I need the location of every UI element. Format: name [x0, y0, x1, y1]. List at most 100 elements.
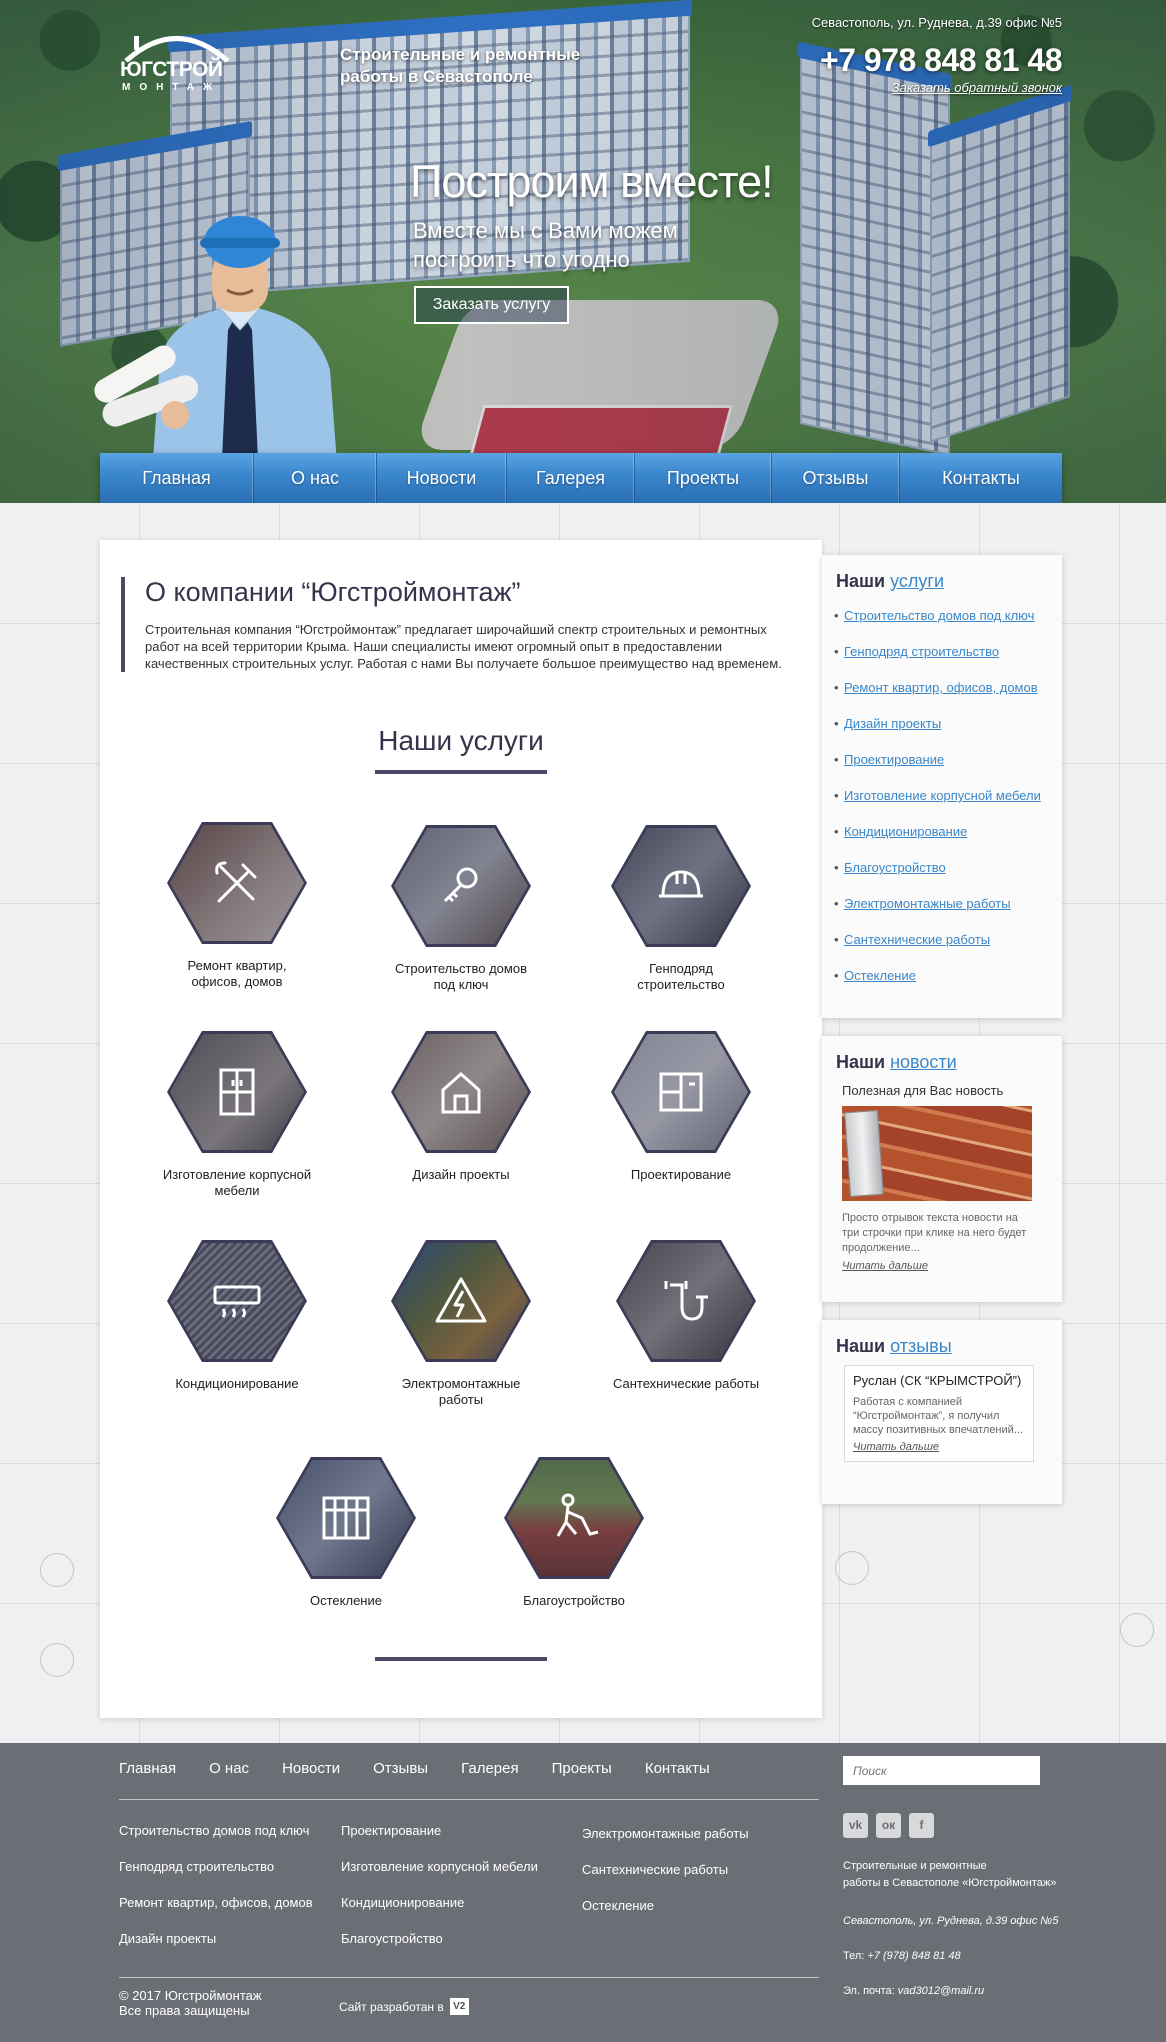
footer-service-link[interactable]: Ремонт квартир, офисов, домов — [119, 1895, 313, 1931]
reviews-title-link[interactable]: отзывы — [890, 1336, 952, 1356]
facebook-icon[interactable]: f — [909, 1813, 934, 1838]
service-label: Проектирование — [630, 1167, 732, 1182]
nav-item-reviews[interactable]: Отзывы — [772, 453, 900, 503]
hero-subtitle: Вместе мы с Вами можем построить что уго… — [413, 218, 678, 272]
footer-service-link[interactable]: Генподряд строительство — [119, 1859, 313, 1895]
news-image[interactable] — [842, 1106, 1032, 1201]
service-label: Остекление — [310, 1593, 382, 1608]
worker-shovel-icon — [556, 1493, 599, 1537]
about-text: Строительная компания “Югстроймонтаж” пр… — [145, 622, 782, 671]
nav-item-projects[interactable]: Проекты — [635, 453, 772, 503]
service-card[interactable]: Электромонтажные работы — [386, 1240, 536, 1408]
footer-service-link[interactable]: Строительство домов под ключ — [119, 1823, 313, 1859]
news-read-more-link[interactable]: Читать дальше — [842, 1260, 1048, 1272]
sidebar-service-link[interactable]: Генподряд строительство — [834, 642, 1048, 678]
footer-service-link[interactable]: Остекление — [582, 1898, 749, 1934]
sidebar-reviews-title: Наши отзывы — [836, 1336, 952, 1356]
section-divider — [375, 1657, 547, 1661]
footer-service-link[interactable]: Благоустройство — [341, 1931, 538, 1967]
service-card[interactable]: Дизайн проекты — [386, 1031, 536, 1183]
sidebar-service-link[interactable]: Ремонт квартир, офисов, домов — [834, 678, 1048, 714]
footer-email: Эл. почта: vad3012@mail.ru — [843, 1985, 985, 1997]
footer-service-link[interactable]: Дизайн проекты — [119, 1931, 313, 1967]
logo-subtext: МОНТАЖ — [122, 82, 222, 93]
sidebar-service-link[interactable]: Сантехнические работы — [834, 930, 1048, 966]
footer-phone: Тел: +7 (978) 848 81 48 — [843, 1950, 961, 1962]
footer-service-link[interactable]: Сантехнические работы — [582, 1862, 749, 1898]
news-headline[interactable]: Полезная для Вас новость — [842, 1083, 1048, 1098]
nav-item-gallery[interactable]: Галерея — [507, 453, 635, 503]
service-card[interactable]: Строительство домов под ключ — [386, 825, 536, 993]
service-card[interactable]: Сантехнические работы — [611, 1240, 761, 1392]
sidebar-news-title: Наши новости — [836, 1052, 957, 1072]
service-card[interactable]: Ремонт квартир, офисов, домов — [162, 822, 312, 990]
logo[interactable]: ЮГСТРОЙ МОНТАЖ — [120, 28, 232, 94]
service-card[interactable]: Кондиционирование — [162, 1240, 312, 1392]
footer-nav-home[interactable]: Главная — [119, 1760, 176, 1777]
footer-service-link[interactable]: Электромонтажные работы — [582, 1826, 749, 1862]
logo-arc-icon — [124, 36, 230, 63]
wardrobe-icon — [219, 1068, 255, 1116]
odnoklassniki-icon[interactable]: ок — [876, 1813, 901, 1838]
news-excerpt: Просто отрывок текста новости на три стр… — [842, 1212, 1027, 1254]
service-card[interactable]: Благоустройство — [499, 1457, 649, 1609]
sidebar-service-link[interactable]: Благоустройство — [834, 858, 1048, 894]
title-underline — [375, 770, 547, 774]
logo-text: ЮГСТРОЙ — [120, 58, 223, 81]
sidebar-news: Наши новости Полезная для Вас новость Пр… — [822, 1036, 1062, 1302]
sidebar-service-link[interactable]: Кондиционирование — [834, 822, 1048, 858]
footer-nav-reviews[interactable]: Отзывы — [373, 1760, 428, 1777]
footer-service-link[interactable]: Проектирование — [341, 1823, 538, 1859]
footer-services-col-2: Проектирование Изготовление корпусной ме… — [341, 1823, 538, 1967]
nav-item-contacts[interactable]: Контакты — [900, 453, 1062, 503]
service-card[interactable]: Генподряд строительство — [606, 825, 756, 993]
header-tagline: Строительные и ремонтные работы в Севаст… — [340, 45, 581, 86]
footer-service-link[interactable]: Изготовление корпусной мебели — [341, 1859, 538, 1895]
key-icon — [443, 867, 478, 903]
callback-link[interactable]: Заказать обратный звонок — [892, 80, 1062, 95]
review-text: Работая с компанией “Югстроймонтаж”, я п… — [853, 1396, 1023, 1436]
services-title-link[interactable]: услуги — [890, 571, 944, 591]
sidebar-service-link[interactable]: Строительство домов под ключ — [834, 606, 1048, 642]
footer-company-info: Строительные и ремонтные работы в Севаст… — [843, 1860, 1057, 1889]
order-service-button[interactable]: Заказать услугу — [414, 286, 569, 324]
service-label: Ремонт квартир, офисов, домов — [187, 958, 287, 989]
header-phone[interactable]: +7 978 848 81 48 — [820, 42, 1063, 79]
service-label: Генподряд строительство — [637, 961, 725, 992]
footer-service-link[interactable]: Кондиционирование — [341, 1895, 538, 1931]
footer-nav-news[interactable]: Новости — [282, 1760, 340, 1777]
footer-nav-contacts[interactable]: Контакты — [645, 1760, 710, 1777]
service-card[interactable]: Изготовление корпусной мебели — [162, 1031, 312, 1199]
nav-item-home[interactable]: Главная — [100, 453, 254, 503]
service-label: Электромонтажные работы — [401, 1376, 521, 1407]
service-card[interactable]: Проектирование — [606, 1031, 756, 1183]
service-card[interactable]: Остекление — [271, 1457, 421, 1609]
footer-divider — [119, 1799, 819, 1800]
sidebar-service-link[interactable]: Дизайн проекты — [834, 714, 1048, 750]
footer: Главная О нас Новости Отзывы Галерея Про… — [0, 1743, 1166, 2042]
review-read-more-link[interactable]: Читать дальше — [853, 1441, 1025, 1453]
nav-item-news[interactable]: Новости — [377, 453, 507, 503]
footer-divider — [119, 1977, 819, 1978]
footer-nav-about[interactable]: О нас — [209, 1760, 249, 1777]
sidebar-service-link[interactable]: Остекление — [834, 966, 1048, 1002]
window-icon — [322, 1496, 370, 1540]
copyright: © 2017 Югстроймонтаж Все права защищены — [119, 1988, 262, 2018]
header-address: Севастополь, ул. Руднева, д.39 офис №5 — [811, 15, 1062, 30]
service-label: Кондиционирование — [175, 1376, 299, 1391]
sidebar-service-link[interactable]: Электромонтажные работы — [834, 894, 1048, 930]
news-title-link[interactable]: новости — [890, 1052, 957, 1072]
main-content: О компании “Югстроймонтаж” Строительная … — [100, 540, 822, 1718]
sidebar-reviews: Наши отзывы Руслан (СК “КРЫМСТРОЙ”) Рабо… — [822, 1320, 1062, 1504]
service-label: Дизайн проекты — [412, 1167, 510, 1182]
sidebar-service-link[interactable]: Изготовление корпусной мебели — [834, 786, 1048, 822]
footer-nav-projects[interactable]: Проекты — [552, 1760, 612, 1777]
sidebar-services: Наши услуги Строительство домов под ключ… — [822, 555, 1062, 1018]
hero-title: Построим вместе! — [410, 156, 774, 207]
search-input[interactable] — [843, 1756, 1040, 1785]
sidebar-service-link[interactable]: Проектирование — [834, 750, 1048, 786]
developer-credit[interactable]: Сайт разработан в V2 — [339, 1998, 469, 2015]
vk-icon[interactable]: vk — [843, 1813, 868, 1838]
footer-nav-gallery[interactable]: Галерея — [461, 1760, 519, 1777]
nav-item-about[interactable]: О нас — [254, 453, 377, 503]
